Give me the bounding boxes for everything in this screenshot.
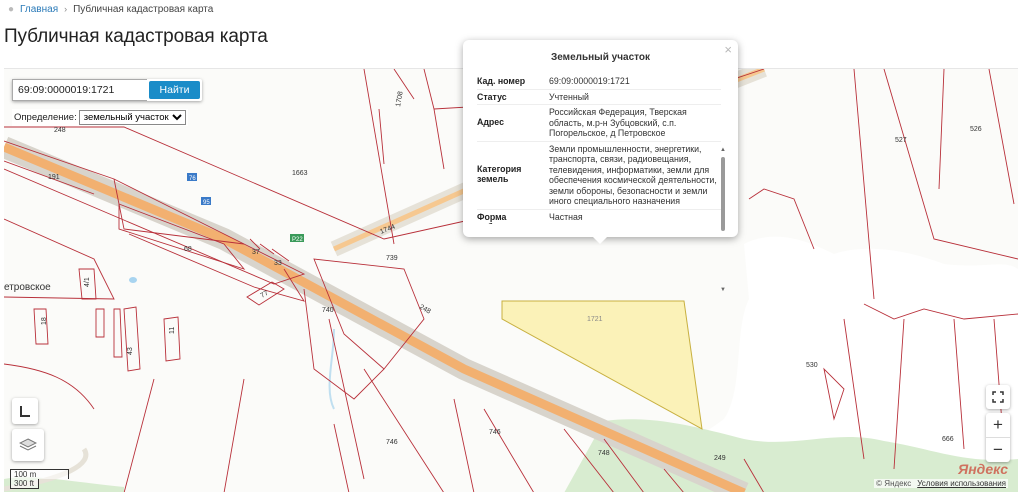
popup-scrollbar[interactable] [721, 157, 725, 231]
svg-text:18: 18 [41, 317, 48, 325]
definition-label: Определение: [14, 112, 77, 123]
info-row: Статус Учтенный [477, 90, 721, 105]
svg-text:191: 191 [48, 174, 60, 181]
copyright-text: © Яндекс [876, 479, 912, 488]
definition-control: Определение: земельный участок [12, 109, 188, 126]
zoom-control: + − [986, 413, 1010, 462]
svg-text:249: 249 [714, 455, 726, 462]
location-pin-icon: ● [8, 3, 15, 15]
svg-text:748: 748 [598, 450, 610, 457]
svg-text:1708: 1708 [395, 91, 405, 108]
info-row: Кад. номер 69:09:0000019:1721 [477, 74, 721, 90]
svg-text:68: 68 [184, 246, 192, 253]
breadcrumb: ● Главная › Публичная кадастровая карта [8, 2, 213, 16]
info-value: Земли промышленности, энергетики, трансп… [549, 143, 717, 207]
layers-icon [19, 438, 37, 451]
breadcrumb-separator-icon: › [64, 4, 68, 14]
ruler-icon [20, 406, 30, 417]
zoom-in-button[interactable]: + [986, 413, 1010, 437]
info-label: Кад. номер [477, 76, 526, 86]
svg-text:530: 530 [806, 362, 818, 369]
info-value: Учтенный [549, 91, 589, 102]
scroll-up-icon[interactable]: ▲ [720, 147, 726, 153]
popup-body[interactable]: Кад. номер 69:09:0000019:1721 Статус Учт… [477, 74, 721, 224]
svg-text:1721: 1721 [587, 316, 603, 323]
svg-text:11: 11 [169, 327, 176, 334]
scale-imperial: 300 ft [10, 479, 39, 489]
scroll-down-icon[interactable]: ▼ [720, 287, 726, 293]
map-attribution: © Яндекс Условия использования [874, 479, 1008, 488]
layers-button[interactable] [12, 429, 44, 461]
zoom-out-button[interactable]: − [986, 438, 1010, 462]
page-title: Публичная кадастровая карта [4, 26, 268, 47]
definition-select[interactable]: земельный участок [78, 110, 186, 125]
search-button[interactable]: Найти [149, 81, 200, 99]
breadcrumb-home-link[interactable]: Главная [20, 4, 58, 15]
breadcrumb-current: Публичная кадастровая карта [73, 3, 214, 15]
terms-link[interactable]: Условия использования [917, 479, 1006, 488]
info-value: Российская Федерация, Тверская область, … [549, 107, 687, 138]
ruler-button[interactable] [12, 398, 38, 424]
cadastral-number-input[interactable] [12, 79, 147, 101]
svg-text:43: 43 [127, 347, 134, 355]
svg-text:740: 740 [322, 307, 334, 314]
svg-text:248: 248 [418, 304, 432, 316]
svg-text:37: 37 [252, 249, 260, 256]
svg-text:666: 666 [942, 436, 954, 443]
info-label: Категория земель [477, 163, 522, 185]
svg-text:33: 33 [274, 260, 282, 267]
popup-pointer [592, 236, 608, 244]
svg-text:746: 746 [489, 429, 501, 436]
info-value: 69:09:0000019:1721 [549, 76, 630, 86]
village-label: етровское [4, 282, 51, 293]
svg-text:4/1: 4/1 [84, 277, 91, 287]
info-label: Статус [477, 91, 507, 102]
parcel-info-popup: × Земельный участок Кад. номер 69:09:000… [463, 40, 738, 237]
scale-bar: 100 m 300 ft [10, 469, 69, 489]
info-row: Форма собственности Частная [477, 210, 721, 225]
svg-text:95: 95 [203, 200, 210, 206]
info-row: Адрес Российская Федерация, Тверская обл… [477, 105, 721, 142]
scale-metric: 100 m [10, 469, 69, 479]
svg-text:746: 746 [386, 439, 398, 446]
info-value: Частная [549, 211, 583, 222]
info-label: Форма собственности [477, 211, 542, 225]
svg-text:739: 739 [386, 255, 398, 262]
svg-text:76: 76 [189, 176, 196, 182]
info-row: Категория земель Земли промышленности, э… [477, 142, 721, 210]
svg-text:526: 526 [970, 126, 982, 133]
fullscreen-button[interactable] [986, 385, 1010, 409]
info-label: Адрес [477, 117, 504, 127]
svg-text:527: 527 [895, 137, 907, 144]
search-box: Найти [12, 79, 202, 101]
svg-text:248: 248 [54, 127, 66, 134]
svg-text:Р22: Р22 [292, 237, 303, 243]
popup-title: Земельный участок [550, 52, 651, 63]
svg-text:1663: 1663 [292, 170, 308, 177]
yandex-logo: Яндекс [958, 461, 1008, 477]
fullscreen-icon [992, 391, 1004, 403]
